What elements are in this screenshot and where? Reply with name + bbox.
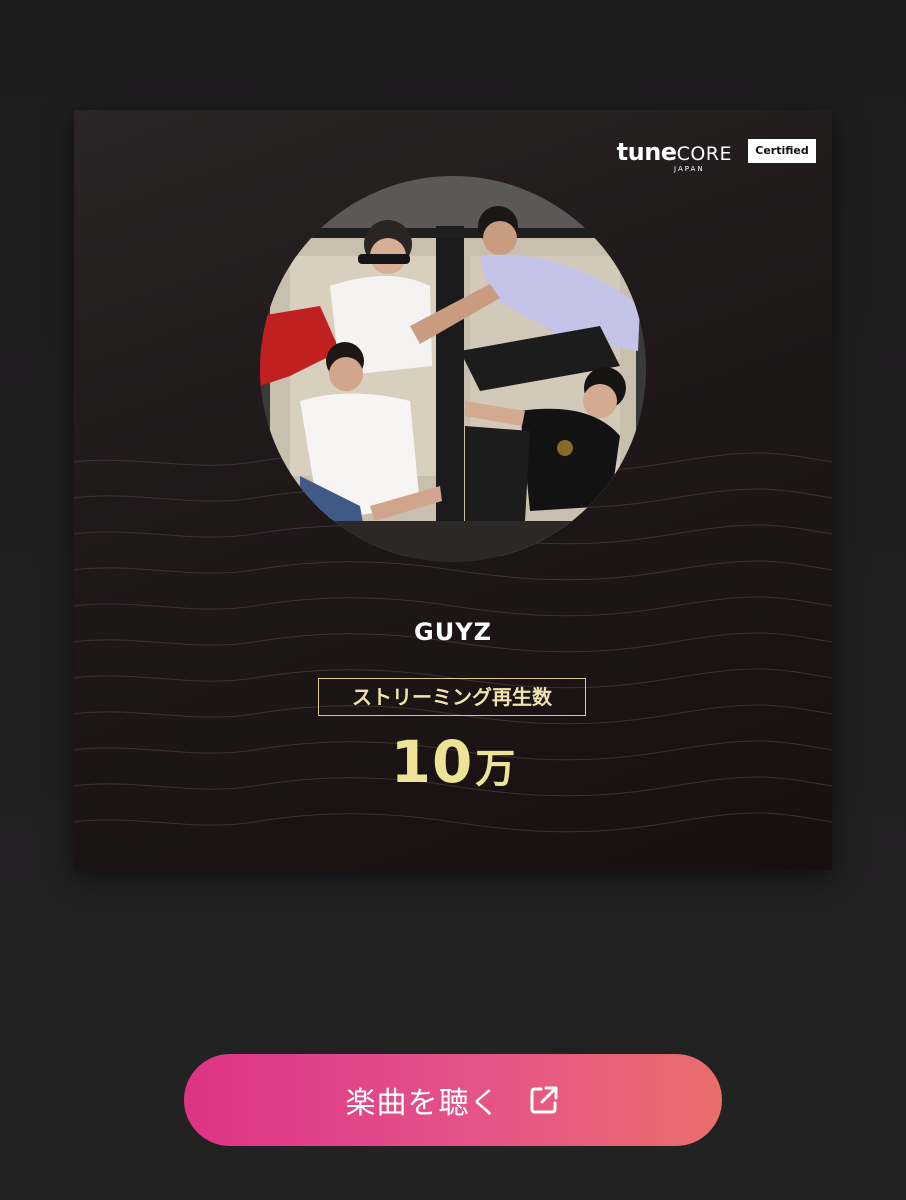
artist-name: GUYZ bbox=[414, 618, 492, 646]
artist-photo bbox=[260, 176, 646, 562]
external-link-icon bbox=[527, 1083, 561, 1117]
metric-value-number: 10 bbox=[390, 728, 474, 796]
listen-button-label: 楽曲を聴く bbox=[345, 1086, 501, 1121]
certificate-card: tune CORE JAPAN Certified GUYZ ストリーミング再生… bbox=[74, 110, 832, 870]
certificate-page: tune CORE JAPAN Certified GUYZ ストリーミング再生… bbox=[0, 0, 906, 1200]
certified-badge: Certified bbox=[748, 139, 816, 163]
logo-tune-text: tune bbox=[616, 138, 677, 166]
metric-label: ストリーミング再生数 bbox=[318, 678, 586, 716]
listen-button[interactable]: 楽曲を聴く bbox=[184, 1054, 722, 1146]
metric-value-unit: 万 bbox=[475, 746, 516, 792]
metric-value: 10万 bbox=[74, 728, 832, 796]
tunecore-logo: tune CORE JAPAN bbox=[617, 138, 732, 173]
logo-core-text: CORE bbox=[676, 143, 732, 165]
logo-region-text: JAPAN bbox=[674, 165, 705, 173]
